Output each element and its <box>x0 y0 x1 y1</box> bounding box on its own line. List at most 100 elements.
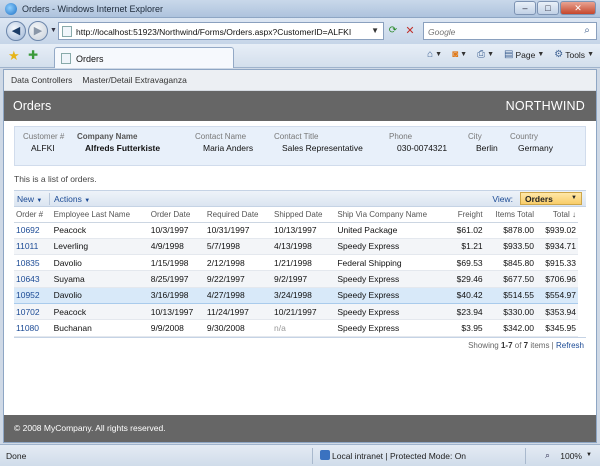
table-row[interactable]: 11011 Leverling 4/9/1998 5/7/1998 4/13/1998 S… <box>14 238 578 256</box>
table-cell: $677.50 <box>484 270 537 288</box>
column-header[interactable]: Employee Last Name <box>51 207 149 223</box>
grid-description: This is a list of orders. <box>14 174 97 184</box>
table-cell: $345.95 <box>536 319 578 337</box>
table-cell: $845.80 <box>484 254 537 272</box>
minimize-button[interactable]: – <box>514 1 536 15</box>
table-cell: 10/13/1997 <box>272 222 336 239</box>
print-button[interactable]: ⎙ ▼ <box>477 49 494 60</box>
table-row[interactable]: 10702 Peacock 10/13/1997 11/24/1997 10/21/19… <box>14 303 578 321</box>
table-cell: $3.95 <box>448 319 485 337</box>
order-link[interactable]: 11080 <box>14 319 52 337</box>
address-dropdown-icon[interactable]: ▼ <box>371 26 379 35</box>
table-row[interactable]: 11080 Buchanan 9/9/2008 9/30/2008 n/a Speedy … <box>14 319 578 337</box>
table-cell: 4/9/1998 <box>148 238 205 256</box>
column-header[interactable]: Freight <box>448 207 485 223</box>
zoom-dropdown-icon[interactable]: ▼ <box>586 452 592 458</box>
close-button[interactable]: ✕ <box>560 1 596 15</box>
table-cell: 4/13/1998 <box>272 238 336 256</box>
table-cell: $40.42 <box>448 286 485 304</box>
site-menu: Data Controllers Master/Detail Extravaga… <box>4 70 596 91</box>
refresh-icon[interactable]: ⟳ <box>385 23 401 39</box>
column-header[interactable]: Shipped Date <box>272 207 336 223</box>
phone-field: Phone 030-0074321 <box>389 132 448 153</box>
table-cell: Peacock <box>51 222 149 239</box>
page-icon <box>61 53 71 64</box>
grid-header-row: Order # Employee Last Name Order Date Requi… <box>14 207 578 223</box>
search-box[interactable]: ⌕ <box>423 22 597 40</box>
country-field: Country Germany <box>510 132 553 153</box>
table-cell: Leverling <box>51 238 149 256</box>
status-bar: Done Local intranet | Protected Mode: On… <box>0 444 600 466</box>
address-url[interactable]: http://localhost:51923/Northwind/Forms/O… <box>76 27 351 37</box>
table-cell: Speedy Express <box>335 238 449 256</box>
column-header[interactable]: Required Date <box>204 207 273 223</box>
table-cell: Suyama <box>51 270 149 288</box>
order-link[interactable]: 10835 <box>14 254 52 272</box>
search-icon[interactable]: ⌕ <box>581 25 593 37</box>
table-cell: $353.94 <box>536 303 578 321</box>
table-row[interactable]: 10952 Davolio 3/16/1998 4/27/1998 3/24/1998 S… <box>14 286 578 304</box>
intranet-zone-icon <box>320 450 330 460</box>
table-cell: 11/24/1997 <box>204 303 273 321</box>
table-cell: 9/9/2008 <box>148 319 205 337</box>
column-header[interactable]: Total ↓ <box>536 207 578 223</box>
table-row[interactable]: 10643 Suyama 8/25/1997 9/22/1997 9/2/1997 Spe… <box>14 270 578 288</box>
security-zone[interactable]: Local intranet | Protected Mode: On <box>332 451 466 461</box>
menu-item-data-controllers[interactable]: Data Controllers <box>11 75 72 85</box>
table-cell: $23.94 <box>448 303 485 321</box>
table-cell: n/a <box>272 319 336 337</box>
order-link[interactable]: 10643 <box>14 270 52 288</box>
add-favorite-icon[interactable]: ✚ <box>28 48 38 62</box>
order-link[interactable]: 11011 <box>14 238 52 256</box>
new-menu-button[interactable]: New ▼ <box>17 194 42 204</box>
brand-logo: NORTHWIND <box>505 99 585 113</box>
back-button[interactable]: ◀ <box>6 21 26 41</box>
column-header[interactable]: Items Total <box>484 207 537 223</box>
table-cell: $514.55 <box>484 286 537 304</box>
page-icon: ▤ <box>504 49 514 60</box>
search-input[interactable] <box>428 25 578 38</box>
favorites-star-icon[interactable]: ★ <box>8 48 20 64</box>
feeds-button[interactable]: ◙ ▼ <box>452 49 467 60</box>
table-row[interactable]: 10692 Peacock 10/3/1997 10/31/1997 10/13/199… <box>14 222 578 239</box>
maximize-button[interactable]: □ <box>537 1 559 15</box>
table-cell: 10/31/1997 <box>204 222 273 239</box>
page-menu-button[interactable]: ▤ Page ▼ <box>504 49 544 60</box>
order-link[interactable]: 10692 <box>14 222 52 239</box>
order-link[interactable]: 10702 <box>14 303 52 321</box>
zoom-level[interactable]: 100% <box>560 451 582 461</box>
actions-menu-button[interactable]: Actions ▼ <box>54 194 90 204</box>
home-icon: ⌂ <box>427 49 434 60</box>
table-cell: 10/21/1997 <box>272 303 336 321</box>
table-cell: $1.21 <box>448 238 485 256</box>
home-button[interactable]: ⌂ ▼ <box>427 49 442 60</box>
table-cell: 5/7/1998 <box>204 238 273 256</box>
stop-icon[interactable]: ✕ <box>402 23 418 39</box>
menu-item-master-detail[interactable]: Master/Detail Extravaganza <box>82 75 186 85</box>
table-cell: 9/22/1997 <box>204 270 273 288</box>
column-header[interactable]: Order # <box>14 207 52 223</box>
tools-menu-button[interactable]: ⚙ Tools ▼ <box>554 49 594 60</box>
table-cell: $939.02 <box>536 222 578 239</box>
table-row[interactable]: 10835 Davolio 1/15/1998 2/12/1998 1/21/1998 F… <box>14 254 578 272</box>
order-link[interactable]: 10952 <box>14 286 52 304</box>
forward-button[interactable]: ▶ <box>28 21 48 41</box>
table-cell: $878.00 <box>484 222 537 239</box>
page-title: Orders <box>13 99 52 113</box>
action-bar: New ▼ Actions ▼ View: Orders ▼ <box>14 190 586 207</box>
view-selector[interactable]: Orders ▼ <box>520 192 582 205</box>
column-header[interactable]: Ship Via Company Name <box>335 207 449 223</box>
table-cell: $706.96 <box>536 270 578 288</box>
page-header: Orders NORTHWIND <box>4 91 596 121</box>
customer-summary: Customer # ALFKI Company Name Alfreds Fu… <box>14 126 586 166</box>
table-cell: Peacock <box>51 303 149 321</box>
column-header[interactable]: Order Date <box>148 207 205 223</box>
refresh-link[interactable]: Refresh <box>556 341 584 350</box>
tab-orders[interactable]: Orders <box>54 47 234 68</box>
table-cell: $330.00 <box>484 303 537 321</box>
city-field: City Berlin <box>468 132 498 153</box>
history-dropdown-icon[interactable]: ▼ <box>50 27 57 34</box>
navigation-bar: ◀ ▶ ▼ http://localhost:51923/Northwind/F… <box>0 18 600 44</box>
contact-name-field: Contact Name Maria Anders <box>195 132 254 153</box>
address-bar[interactable]: http://localhost:51923/Northwind/Forms/O… <box>58 22 384 40</box>
